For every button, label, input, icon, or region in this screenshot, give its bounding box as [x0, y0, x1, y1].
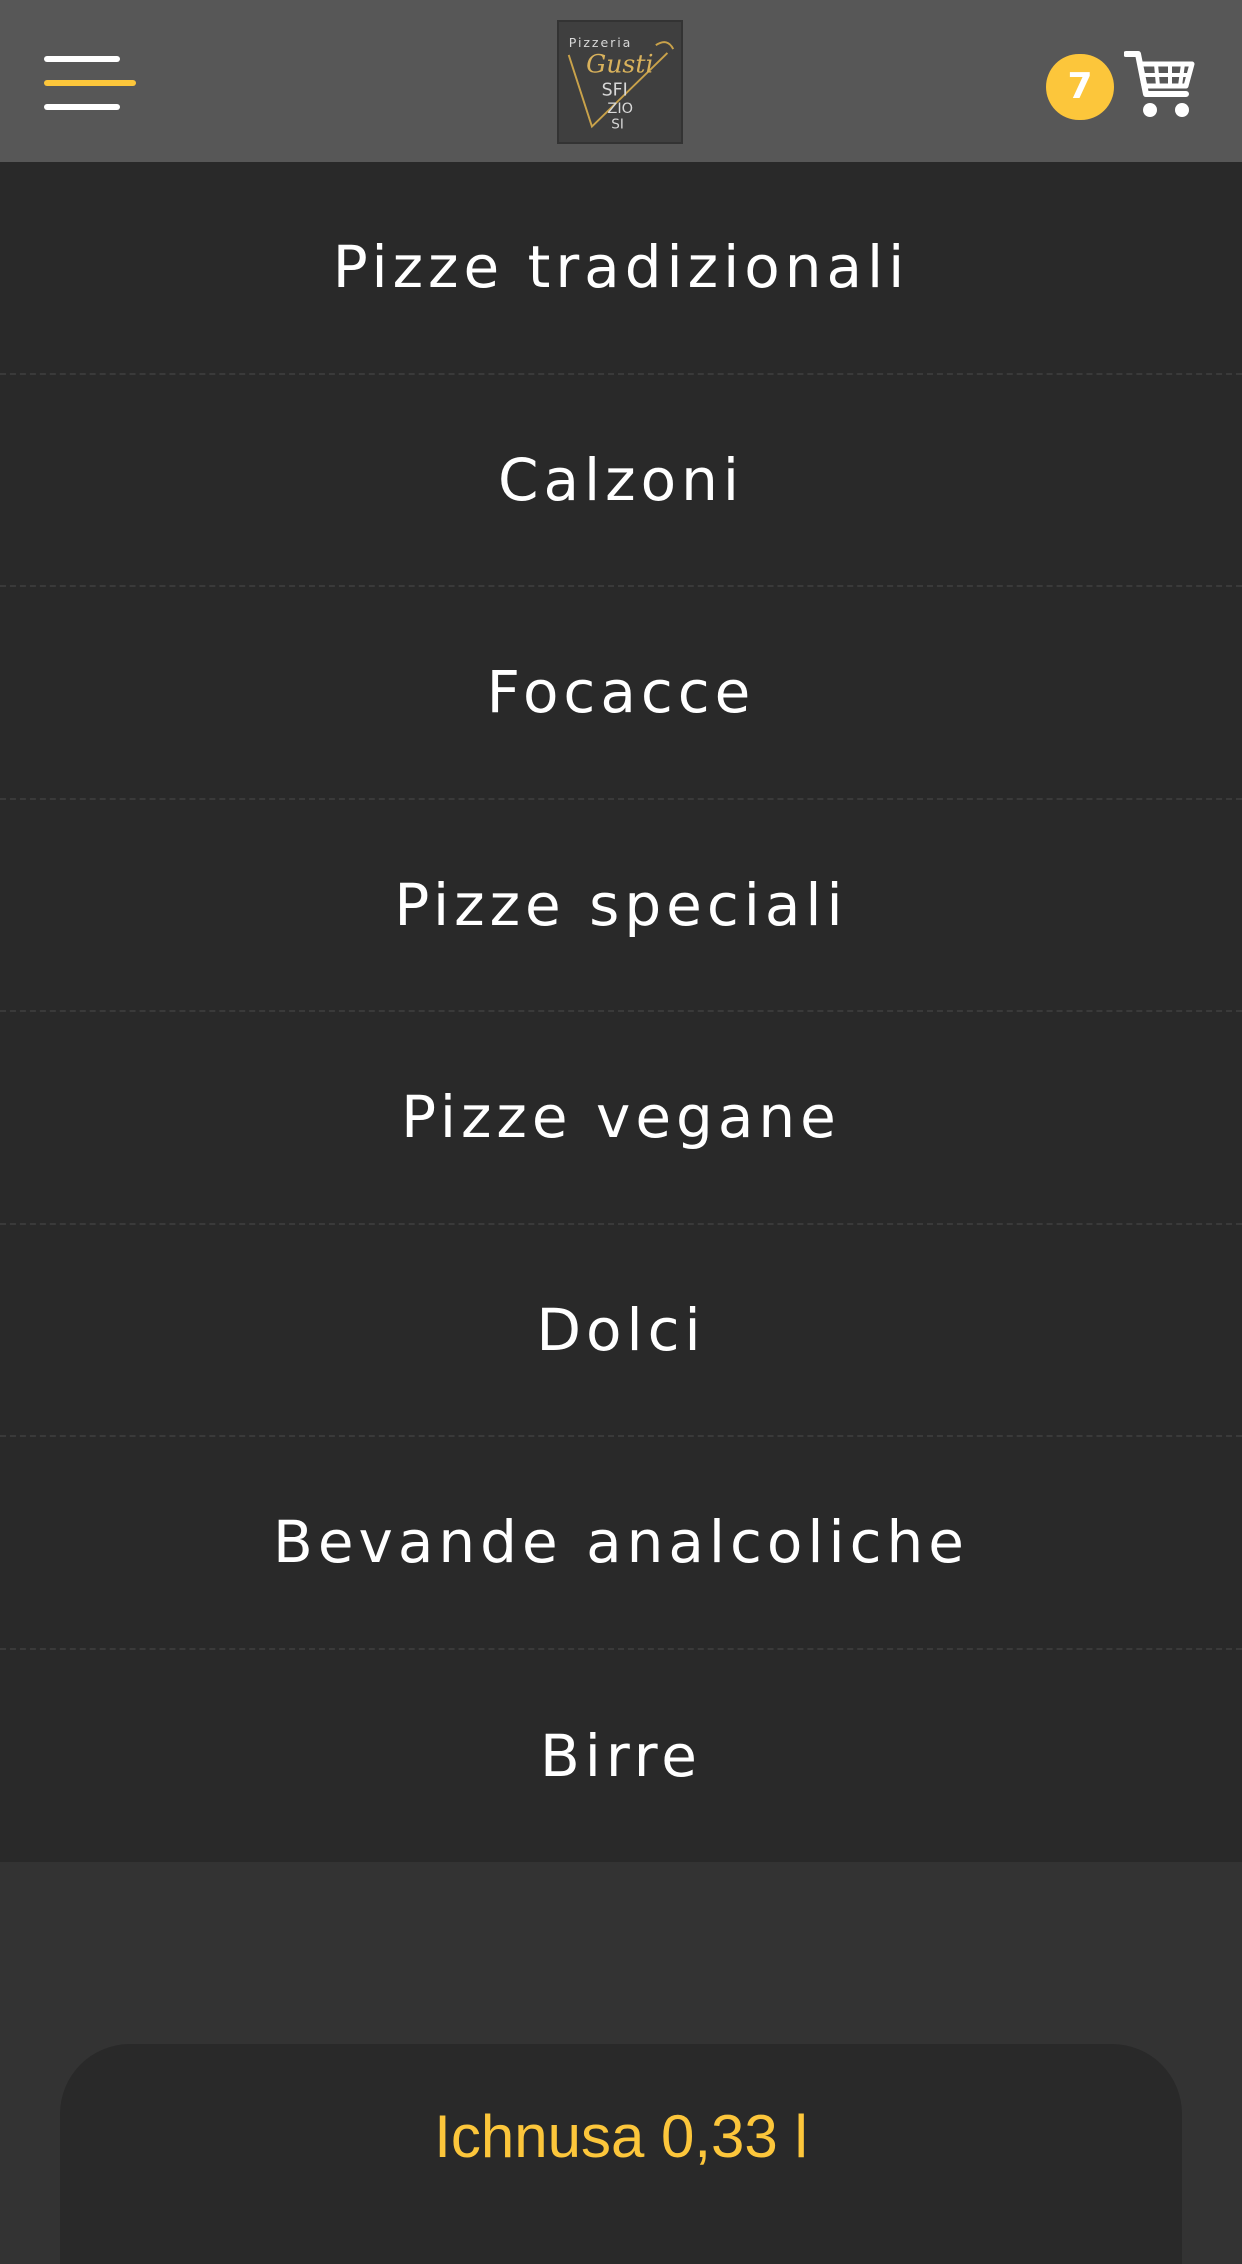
- hamburger-bar-top: [44, 56, 120, 62]
- logo-top-text: Pizzeria: [569, 35, 633, 50]
- category-menu: Pizze tradizionali Calzoni Focacce Pizze…: [0, 162, 1242, 1862]
- cart-count-badge[interactable]: 7: [1046, 54, 1114, 120]
- menu-item-pizze-tradizionali[interactable]: Pizze tradizionali: [0, 162, 1242, 375]
- product-card[interactable]: Ichnusa 0,33 l: [60, 2044, 1182, 2264]
- menu-item-pizze-speciali[interactable]: Pizze speciali: [0, 800, 1242, 1012]
- hamburger-menu-icon[interactable]: [44, 56, 136, 112]
- logo-line-2: ZIO: [607, 101, 633, 117]
- top-bar: Pizzeria Gusti SFI ZIO SI 7: [0, 0, 1242, 162]
- logo-line-3: SI: [611, 116, 624, 132]
- logo-line-1: SFI: [602, 81, 628, 101]
- hamburger-bar-bottom: [44, 104, 120, 110]
- hamburger-bar-middle: [44, 80, 136, 86]
- menu-item-calzoni[interactable]: Calzoni: [0, 375, 1242, 587]
- product-name: Ichnusa 0,33 l: [434, 2103, 808, 2170]
- menu-item-birre[interactable]: Birre: [0, 1650, 1242, 1863]
- logo-graphic: Pizzeria Gusti SFI ZIO SI: [567, 35, 675, 132]
- pizzeria-logo[interactable]: Pizzeria Gusti SFI ZIO SI: [557, 20, 683, 144]
- shopping-cart-icon[interactable]: [1123, 50, 1196, 120]
- menu-item-bevande-analcoliche[interactable]: Bevande analcoliche: [0, 1437, 1242, 1650]
- menu-item-focacce[interactable]: Focacce: [0, 587, 1242, 800]
- logo-brand-text: Gusti: [586, 49, 653, 78]
- menu-item-dolci[interactable]: Dolci: [0, 1225, 1242, 1437]
- menu-item-pizze-vegane[interactable]: Pizze vegane: [0, 1012, 1242, 1225]
